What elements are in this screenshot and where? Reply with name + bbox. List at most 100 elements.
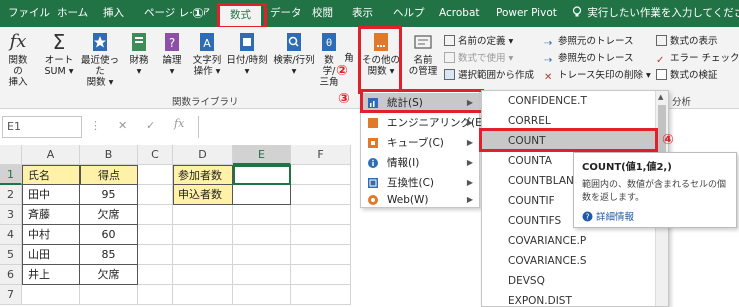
cell-b7[interactable] — [80, 285, 138, 305]
cell-b6[interactable]: 欠席 — [80, 265, 138, 285]
lookup-button[interactable]: 検索/行列 ▾ — [270, 31, 318, 77]
fx-formula-icon[interactable]: fx — [174, 117, 184, 130]
cell-d2[interactable]: 申込者数 — [173, 185, 233, 205]
financial-button[interactable]: 財務 ▾ — [124, 31, 154, 77]
cell-e7[interactable] — [233, 285, 291, 305]
menu-item-information[interactable]: 情報(I) ▶ — [361, 153, 479, 173]
tell-me-box[interactable]: 実行したい作業を入力してください — [572, 0, 739, 27]
autosum-button[interactable]: Σ オート SUM ▾ — [44, 31, 74, 77]
text-functions-button[interactable]: A 文字列 操作 ▾ — [190, 31, 224, 77]
cell-d3[interactable] — [173, 205, 233, 225]
cell-b5[interactable]: 85 — [80, 245, 138, 265]
column-header-c[interactable]: C — [138, 145, 173, 165]
tab-view[interactable]: 表示 — [352, 0, 373, 27]
use-in-formula-button[interactable]: 数式で使用 ▾ — [444, 52, 513, 66]
cell-f5[interactable] — [291, 245, 351, 265]
show-formulas-button[interactable]: 数式の表示 — [656, 35, 718, 49]
row-header-5[interactable]: 5 — [0, 245, 22, 265]
tab-power-pivot[interactable]: Power Pivot — [496, 0, 557, 27]
cell-b3[interactable]: 欠席 — [80, 205, 138, 225]
math-trig-button[interactable]: θ 数学/三角 — [318, 31, 340, 88]
cell-f7[interactable] — [291, 285, 351, 305]
column-header-f[interactable]: F — [291, 145, 351, 165]
cell-c4[interactable] — [138, 225, 173, 245]
column-header-b[interactable]: B — [80, 145, 138, 165]
column-header-e[interactable]: E — [233, 145, 291, 165]
cell-b4[interactable]: 60 — [80, 225, 138, 245]
cell-a5[interactable]: 山田 — [22, 245, 80, 265]
cell-d1[interactable]: 参加者数 — [173, 165, 233, 185]
row-header-3[interactable]: 3 — [0, 205, 22, 225]
name-box[interactable]: E1 — [2, 116, 82, 138]
formula-input[interactable] — [198, 116, 358, 138]
row-header-4[interactable]: 4 — [0, 225, 22, 245]
cell-c1[interactable] — [138, 165, 173, 185]
evaluate-formula-button[interactable]: 数式の検証 — [656, 69, 718, 83]
function-item[interactable]: DEVSQ — [482, 271, 655, 291]
row-header-2[interactable]: 2 — [0, 185, 22, 205]
column-header-a[interactable]: A — [22, 145, 80, 165]
cell-c7[interactable] — [138, 285, 173, 305]
menu-item-cube[interactable]: キューブ(C) ▶ — [361, 133, 479, 153]
tab-data[interactable]: データ — [270, 0, 302, 27]
cell-e1-selected[interactable] — [233, 165, 291, 185]
cell-c2[interactable] — [138, 185, 173, 205]
cancel-icon[interactable]: ✕ — [118, 119, 127, 132]
cell-e6[interactable] — [233, 265, 291, 285]
remove-arrows-button[interactable]: ✕ トレース矢印の削除 ▾ — [544, 69, 651, 83]
tab-review[interactable]: 校閲 — [312, 0, 333, 27]
cell-e2[interactable] — [233, 185, 291, 205]
cell-a3[interactable]: 斉藤 — [22, 205, 80, 225]
datetime-button[interactable]: 日付/時刻 ▾ — [224, 31, 270, 77]
cell-a1[interactable]: 氏名 — [22, 165, 80, 185]
cell-f2[interactable] — [291, 185, 351, 205]
tab-formulas[interactable]: 数式 — [220, 4, 261, 27]
cell-f3[interactable] — [291, 205, 351, 225]
trace-precedents-button[interactable]: ⇢ 参照元のトレース — [544, 35, 634, 49]
row-header-7[interactable]: 7 — [0, 285, 22, 305]
cell-a7[interactable] — [22, 285, 80, 305]
menu-item-compatibility[interactable]: 互換性(C) ▶ — [361, 173, 479, 193]
cell-d6[interactable] — [173, 265, 233, 285]
cell-f4[interactable] — [291, 225, 351, 245]
cell-b1[interactable]: 得点 — [80, 165, 138, 185]
cell-e5[interactable] — [233, 245, 291, 265]
cell-e4[interactable] — [233, 225, 291, 245]
enter-icon[interactable]: ✓ — [146, 119, 155, 132]
cell-b2[interactable]: 95 — [80, 185, 138, 205]
select-all-corner[interactable] — [0, 145, 22, 165]
tab-home[interactable]: ホーム — [57, 0, 88, 27]
cell-c6[interactable] — [138, 265, 173, 285]
menu-item-web[interactable]: Web(W) ▶ — [361, 193, 479, 207]
menu-item-statistical[interactable]: 統計(S) ▶ — [361, 93, 479, 113]
tab-help[interactable]: ヘルプ — [393, 0, 425, 27]
menu-item-engineering[interactable]: エンジニアリング(E) ▶ — [361, 113, 486, 133]
cell-d7[interactable] — [173, 285, 233, 305]
function-item[interactable]: CONFIDENCE.T — [482, 91, 655, 111]
row-header-1[interactable]: 1 — [0, 165, 22, 185]
name-manager-button[interactable]: 名前 の管理 — [406, 31, 440, 77]
cell-a2[interactable]: 田中 — [22, 185, 80, 205]
scroll-up-icon[interactable]: ▲ — [658, 93, 663, 101]
row-header-6[interactable]: 6 — [0, 265, 22, 285]
function-item[interactable]: CORREL — [482, 111, 655, 131]
tab-acrobat[interactable]: Acrobat — [439, 0, 480, 27]
function-item-count[interactable]: COUNT — [482, 131, 655, 151]
insert-function-button[interactable]: fx 関数の 挿入 — [4, 31, 32, 88]
trace-dependents-button[interactable]: ⇢ 参照先のトレース — [544, 52, 634, 66]
cell-d4[interactable] — [173, 225, 233, 245]
function-item[interactable]: COVARIANCE.S — [482, 251, 655, 271]
more-functions-button[interactable]: その他の 関数 ▾ — [362, 31, 400, 77]
tab-insert[interactable]: 挿入 — [103, 0, 124, 27]
tooltip-more-info-link[interactable]: ? 詳細情報 — [582, 209, 634, 223]
define-name-button[interactable]: 名前の定義 ▾ — [444, 35, 513, 49]
cell-c3[interactable] — [138, 205, 173, 225]
cell-c5[interactable] — [138, 245, 173, 265]
name-box-dropdown-icon[interactable]: ⋮ — [90, 119, 101, 132]
cell-e3[interactable] — [233, 205, 291, 225]
create-from-selection-button[interactable]: 選択範囲から作成 — [444, 69, 534, 83]
logical-button[interactable]: ? 論理 ▾ — [158, 31, 186, 77]
cell-f1[interactable] — [291, 165, 351, 185]
column-header-d[interactable]: D — [173, 145, 233, 165]
function-item[interactable]: COVARIANCE.P — [482, 231, 655, 251]
